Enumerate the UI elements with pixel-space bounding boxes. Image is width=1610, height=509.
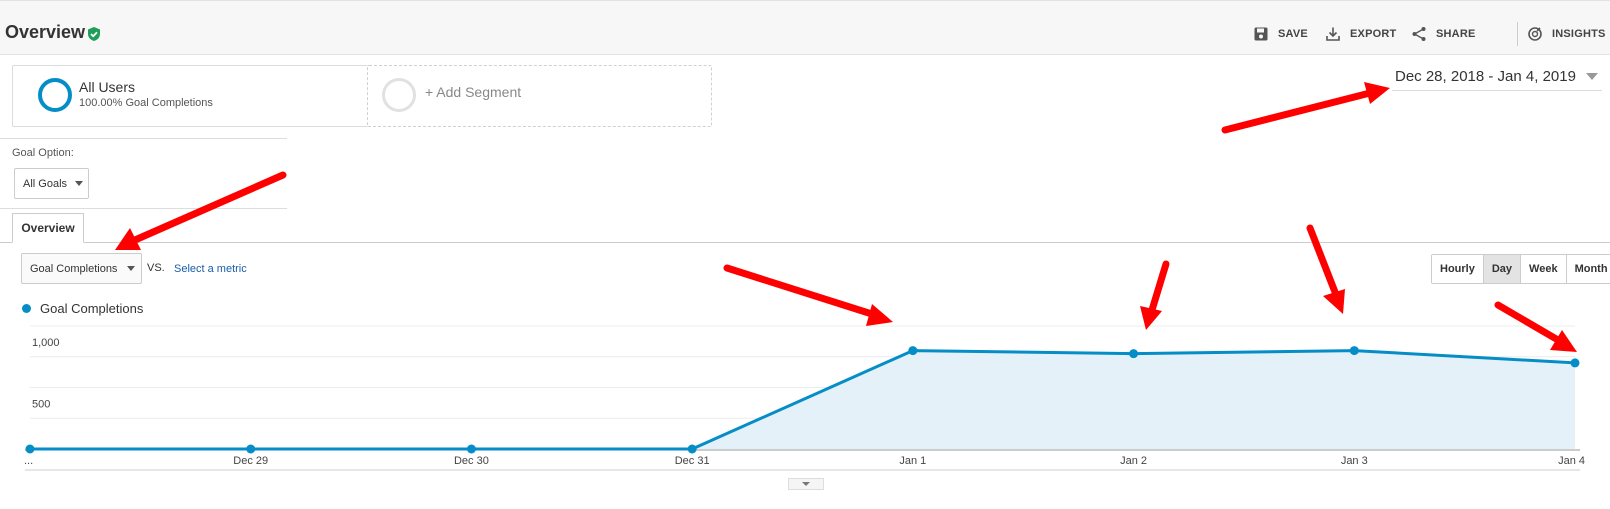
granularity-toggle: Hourly Day Week Month [1431, 254, 1610, 284]
x-tick-label: ... [24, 455, 33, 467]
vs-label: VS. [147, 262, 165, 274]
red-arrow-date-range [1221, 82, 1390, 134]
x-tick-label: Dec 29 [233, 455, 268, 467]
caret-down-icon [127, 266, 136, 271]
save-icon [1254, 27, 1268, 41]
divider [0, 138, 287, 139]
data-point [687, 444, 697, 454]
save-button[interactable]: SAVE [1253, 24, 1308, 44]
date-range-picker[interactable]: Dec 28, 2018 - Jan 4, 2019 [1395, 68, 1598, 85]
date-range-text: Dec 28, 2018 - Jan 4, 2019 [1395, 68, 1576, 85]
x-tick-label: Jan 4 [1558, 455, 1585, 467]
x-tick-label: Jan 1 [899, 455, 926, 467]
export-label: EXPORT [1350, 28, 1397, 40]
data-point [466, 444, 476, 454]
verified-shield-icon [88, 27, 100, 41]
insights-icon [1528, 27, 1542, 41]
tab-bar-line [0, 242, 1610, 243]
metric-select[interactable]: Goal Completions [21, 253, 142, 284]
chevron-down-icon [1585, 72, 1598, 80]
month-button[interactable]: Month [1566, 255, 1610, 283]
share-button[interactable]: SHARE [1411, 24, 1476, 44]
data-point [1129, 349, 1139, 359]
data-point [25, 444, 35, 454]
share-icon [1412, 27, 1426, 41]
goal-option-select[interactable]: All Goals [14, 168, 89, 199]
y-tick-label: 1,000 [32, 337, 60, 349]
toolbar-divider [1517, 22, 1518, 46]
metric-value: Goal Completions [30, 262, 118, 275]
day-button[interactable]: Day [1483, 255, 1522, 283]
page-title: Overview [5, 22, 86, 42]
date-range-underline [1392, 90, 1602, 91]
tab-overview[interactable]: Overview [12, 213, 84, 243]
goal-option-label: Goal Option: [12, 147, 74, 159]
divider [0, 208, 287, 209]
goal-option-value: All Goals [23, 177, 68, 190]
data-point [1570, 358, 1580, 368]
week-button[interactable]: Week [1521, 255, 1567, 283]
save-label: SAVE [1278, 28, 1308, 40]
segment-ring-icon [38, 78, 72, 112]
hourly-button[interactable]: Hourly [1432, 255, 1484, 283]
x-tick-label: Dec 30 [454, 455, 489, 467]
export-button[interactable]: EXPORT [1325, 24, 1396, 44]
add-segment-label: + Add Segment [425, 84, 522, 100]
red-arrow-jan3 [1306, 224, 1345, 314]
data-point [908, 346, 918, 356]
export-icon [1326, 27, 1340, 41]
data-point [246, 444, 256, 454]
segment-subtitle: 100.00% Goal Completions [79, 97, 213, 109]
data-point [1349, 346, 1359, 356]
insights-label: INSIGHTS [1552, 28, 1606, 40]
segment-title: All Users [79, 79, 136, 95]
x-tick-label: Jan 2 [1120, 455, 1147, 467]
x-tick-label: Dec 31 [675, 455, 710, 467]
select-metric-link[interactable]: Select a metric [174, 263, 247, 275]
segment-all-users[interactable]: All Users 100.00% Goal Completions [12, 65, 369, 127]
x-tick-label: Jan 3 [1341, 455, 1368, 467]
red-arrow-metric-select [115, 171, 287, 250]
y-tick-label: 500 [32, 399, 50, 411]
share-label: SHARE [1436, 28, 1476, 40]
caret-down-icon [75, 181, 84, 186]
insights-button[interactable]: INSIGHTS [1527, 24, 1606, 44]
caret-down-icon [802, 482, 810, 486]
add-segment-button[interactable]: + Add Segment [367, 65, 712, 127]
empty-segment-ring-icon [382, 78, 416, 112]
goal-completions-chart: 500 1,000... Dec 29 Dec 30 Dec 31 Jan 1 Jan 2 J… [24, 325, 1585, 471]
